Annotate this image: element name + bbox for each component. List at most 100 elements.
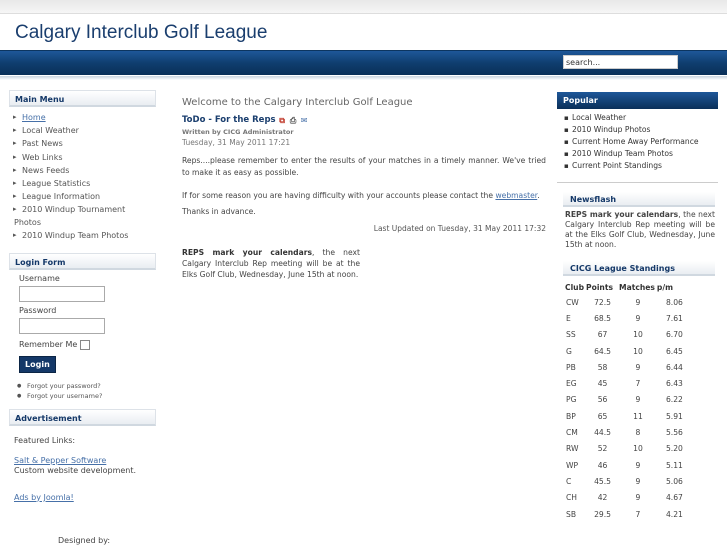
points-cell: 65 [597, 411, 608, 421]
standings-row: CW 72.5 9 8.06 [565, 294, 692, 310]
menu-item-windup-team-photos[interactable]: 2010 Windup Team Photos [9, 229, 156, 242]
login-links: Forgot your password? Forgot your userna… [9, 381, 156, 401]
ppm-cell: 7.61 [665, 313, 683, 323]
username-label: Username [19, 273, 60, 283]
username-input[interactable] [19, 285, 105, 302]
menu-item-label[interactable]: League Statistics [22, 179, 90, 188]
points-cell: 72.5 [594, 297, 611, 307]
forgot-username-link[interactable]: Forgot your username? [9, 391, 156, 401]
left-column: Main Menu Home Local Weather Past News W… [9, 90, 156, 545]
right-column: Popular Local Weather 2010 Windup Photos… [557, 92, 718, 522]
standings-header-row: Club Points Matches p/m [565, 281, 692, 294]
menu-item-past-news[interactable]: Past News [9, 137, 156, 150]
main-menu-heading: Main Menu [9, 90, 156, 107]
matches-cell: 9 [635, 460, 641, 470]
matches-cell: 9 [635, 297, 641, 307]
menu-item-label[interactable]: Local Weather [22, 126, 79, 135]
popular-item[interactable]: Current Point Standings [557, 160, 718, 172]
standings-row: E 68.5 9 7.61 [565, 310, 692, 326]
ppm-cell: 5.91 [665, 411, 683, 421]
matches-cell: 9 [635, 313, 641, 323]
points-cell: 56 [597, 395, 608, 405]
menu-item-label[interactable]: 2010 Windup Team Photos [22, 231, 128, 240]
ads-by-joomla-link[interactable]: Ads by Joomla! [9, 493, 156, 502]
main-content: Welcome to the Calgary Interclub Golf Le… [182, 97, 546, 280]
menu-item-label[interactable]: Web Links [22, 153, 63, 162]
menu-item-windup-tournament-photos[interactable]: 2010 Windup Tournament Photos [9, 203, 156, 229]
menu-item-local-weather[interactable]: Local Weather [9, 124, 156, 137]
login-form-heading: Login Form [9, 252, 156, 270]
popular-item[interactable]: 2010 Windup Team Photos [557, 148, 718, 160]
article-paragraph-1: Reps....please remember to enter the res… [182, 156, 546, 177]
matches-cell: 11 [633, 411, 643, 421]
popular-item[interactable]: Local Weather [557, 112, 718, 124]
article-title-text[interactable]: ToDo - For the Reps [182, 115, 276, 125]
sponsor-description: Custom website development. [14, 465, 137, 475]
featured-links-label: Featured Links: [14, 435, 76, 445]
menu-item-label[interactable]: 2010 Windup Tournament [22, 205, 125, 214]
last-updated: Last Updated on Tuesday, 31 May 2011 17:… [373, 224, 546, 233]
club-cell: G [566, 346, 572, 356]
advertisement-module: Advertisement Featured Links: Salt & Pep… [9, 408, 156, 545]
login-form: Login Form Username Password Remember Me… [9, 252, 156, 401]
menu-item-label[interactable]: Home [22, 113, 46, 122]
sponsor-link[interactable]: Salt & Pepper Software [9, 456, 156, 465]
club-cell: E [566, 313, 571, 323]
ppm-cell: 5.20 [665, 444, 683, 454]
newsflash-text: REPS mark your calendars, the next Calga… [563, 210, 715, 250]
standings-row: BP 65 11 5.91 [565, 408, 692, 424]
main-menu: Home Local Weather Past News Web Links N… [9, 107, 156, 245]
ppm-cell: 5.56 [665, 428, 683, 438]
standings-row: CH 42 9 4.67 [565, 490, 692, 506]
menu-item-home[interactable]: Home [9, 111, 156, 124]
club-cell: SS [566, 330, 576, 340]
popular-item[interactable]: Current Home Away Performance [557, 136, 718, 148]
matches-cell: 10 [633, 330, 643, 340]
login-button[interactable]: Login [19, 355, 56, 373]
matches-cell: 9 [635, 395, 641, 405]
designed-by-label: Designed by: [58, 535, 111, 545]
standings-row: C 45.5 9 5.06 [565, 473, 692, 489]
pdf-icon[interactable]: ⧉ [278, 116, 287, 125]
remember-me-checkbox[interactable] [80, 339, 91, 350]
club-cell: EG [566, 379, 577, 389]
menu-item-label[interactable]: News Feeds [22, 166, 69, 175]
forgot-password-link[interactable]: Forgot your password? [9, 381, 156, 391]
menu-item-label-cont[interactable]: Photos [14, 216, 156, 229]
search-input[interactable] [563, 55, 678, 69]
password-input[interactable] [19, 317, 105, 334]
menu-item-web-links[interactable]: Web Links [9, 151, 156, 164]
newsflash-heading: Newsflash [563, 192, 715, 207]
matches-cell: 7 [635, 509, 641, 519]
password-label: Password [19, 305, 57, 315]
advertisement-heading: Advertisement [9, 408, 156, 426]
print-icon[interactable]: ⎙ [289, 116, 298, 125]
menu-item-label[interactable]: Past News [22, 139, 63, 148]
welcome-heading: Welcome to the Calgary Interclub Golf Le… [182, 97, 413, 108]
article-author: Written by CICG Administrator [182, 128, 294, 136]
remember-me: Remember Me [9, 339, 156, 350]
site-title[interactable]: Calgary Interclub Golf League [15, 22, 267, 44]
menu-item-league-information[interactable]: League Information [9, 190, 156, 203]
standings-row: RW 52 10 5.20 [565, 441, 692, 457]
newsflash-bold: REPS mark your calendars [565, 210, 679, 219]
ppm-cell: 6.22 [665, 395, 683, 405]
menu-item-news-feeds[interactable]: News Feeds [9, 164, 156, 177]
points-cell: 45 [597, 379, 608, 389]
matches-cell: 10 [633, 346, 643, 356]
standings-row: SB 29.5 7 4.21 [565, 506, 692, 522]
points-cell: 68.5 [594, 313, 611, 323]
standings-heading: CICG League Standings [563, 261, 715, 276]
points-cell: 44.5 [594, 428, 611, 438]
webmaster-link[interactable]: webmaster [495, 191, 537, 200]
club-cell: WP [566, 460, 579, 470]
club-cell: PG [566, 395, 577, 405]
email-icon[interactable]: ✉ [300, 116, 309, 125]
column-header: Club [565, 283, 585, 292]
article-paragraph-2: If for some reason you are having diffic… [182, 190, 546, 202]
article-paragraph-3: Thanks in advance. [182, 207, 256, 216]
menu-item-label[interactable]: League Information [22, 192, 100, 201]
popular-item[interactable]: 2010 Windup Photos [557, 124, 718, 136]
top-bar [0, 0, 727, 14]
menu-item-league-statistics[interactable]: League Statistics [9, 177, 156, 190]
